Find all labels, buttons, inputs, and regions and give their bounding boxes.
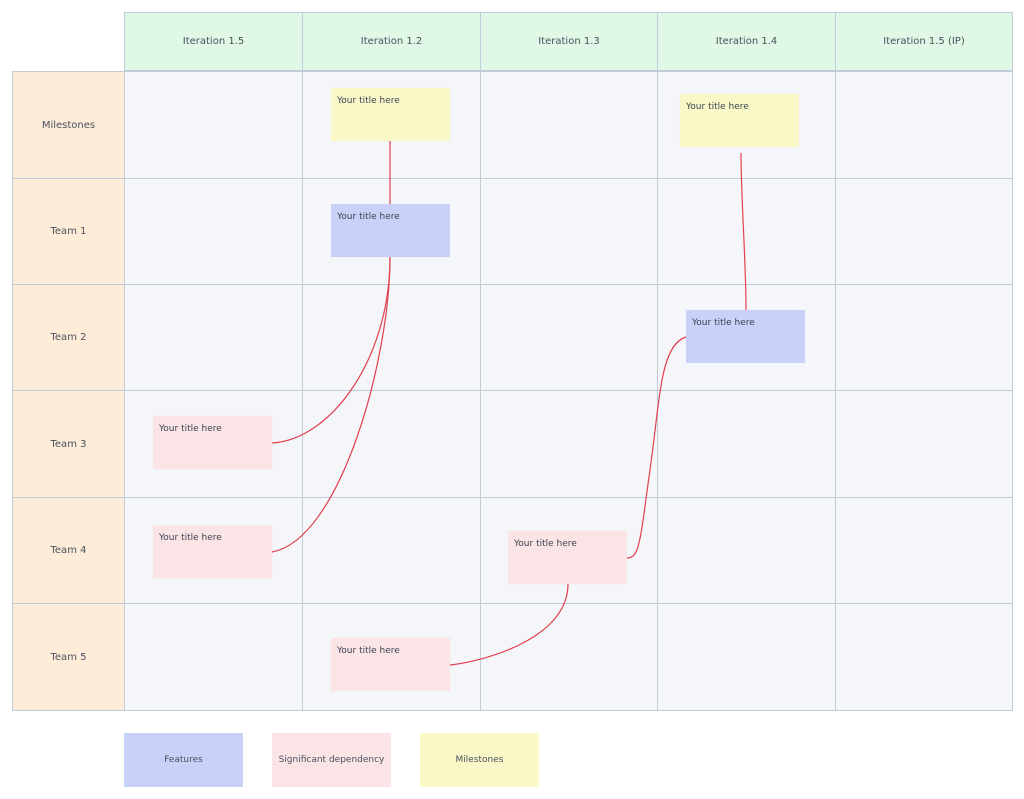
grid-cell: [302, 284, 481, 391]
feature-card[interactable]: Your title here: [331, 204, 450, 257]
grid-cell: [657, 497, 836, 604]
grid-cell: [480, 178, 658, 285]
grid-cell: [480, 71, 658, 179]
grid-cell: [835, 603, 1013, 711]
column-header: Iteration 1.2: [302, 12, 481, 71]
feature-card[interactable]: Your title here: [686, 310, 805, 363]
row-label: Team 4: [12, 497, 125, 604]
dependency-card[interactable]: Your title here: [153, 416, 272, 469]
dependency-card[interactable]: Your title here: [331, 638, 450, 691]
column-header: Iteration 1.5: [124, 12, 303, 71]
row-label: Team 1: [12, 178, 125, 285]
grid-cell: [480, 603, 658, 711]
legend-item-dependency: Significant dependency: [272, 733, 391, 787]
grid-cell: [302, 497, 481, 604]
grid-cell: [835, 178, 1013, 285]
row-label: Milestones: [12, 71, 125, 179]
row-label: Team 3: [12, 390, 125, 498]
dependency-card[interactable]: Your title here: [153, 525, 272, 578]
grid-cell: [835, 71, 1013, 179]
grid-cell: [657, 178, 836, 285]
grid-cell: [124, 71, 303, 179]
column-header: Iteration 1.5 (IP): [835, 12, 1013, 71]
row-label: Team 5: [12, 603, 125, 711]
grid-cell: [835, 390, 1013, 498]
grid-cell: [124, 284, 303, 391]
dependency-card[interactable]: Your title here: [508, 531, 627, 584]
grid-cell: [835, 497, 1013, 604]
column-header: Iteration 1.3: [480, 12, 658, 71]
grid-cell: [124, 178, 303, 285]
grid-cell: [480, 284, 658, 391]
column-header: Iteration 1.4: [657, 12, 836, 71]
grid-cell: [657, 603, 836, 711]
grid-cell: [480, 390, 658, 498]
legend-item-feature: Features: [124, 733, 243, 787]
legend-item-milestone: Milestones: [420, 733, 539, 787]
grid-cell: [657, 390, 836, 498]
milestone-card[interactable]: Your title here: [680, 94, 799, 147]
grid-cell: [124, 603, 303, 711]
milestone-card[interactable]: Your title here: [331, 88, 450, 141]
row-label: Team 2: [12, 284, 125, 391]
grid-cell: [835, 284, 1013, 391]
grid-cell: [302, 390, 481, 498]
